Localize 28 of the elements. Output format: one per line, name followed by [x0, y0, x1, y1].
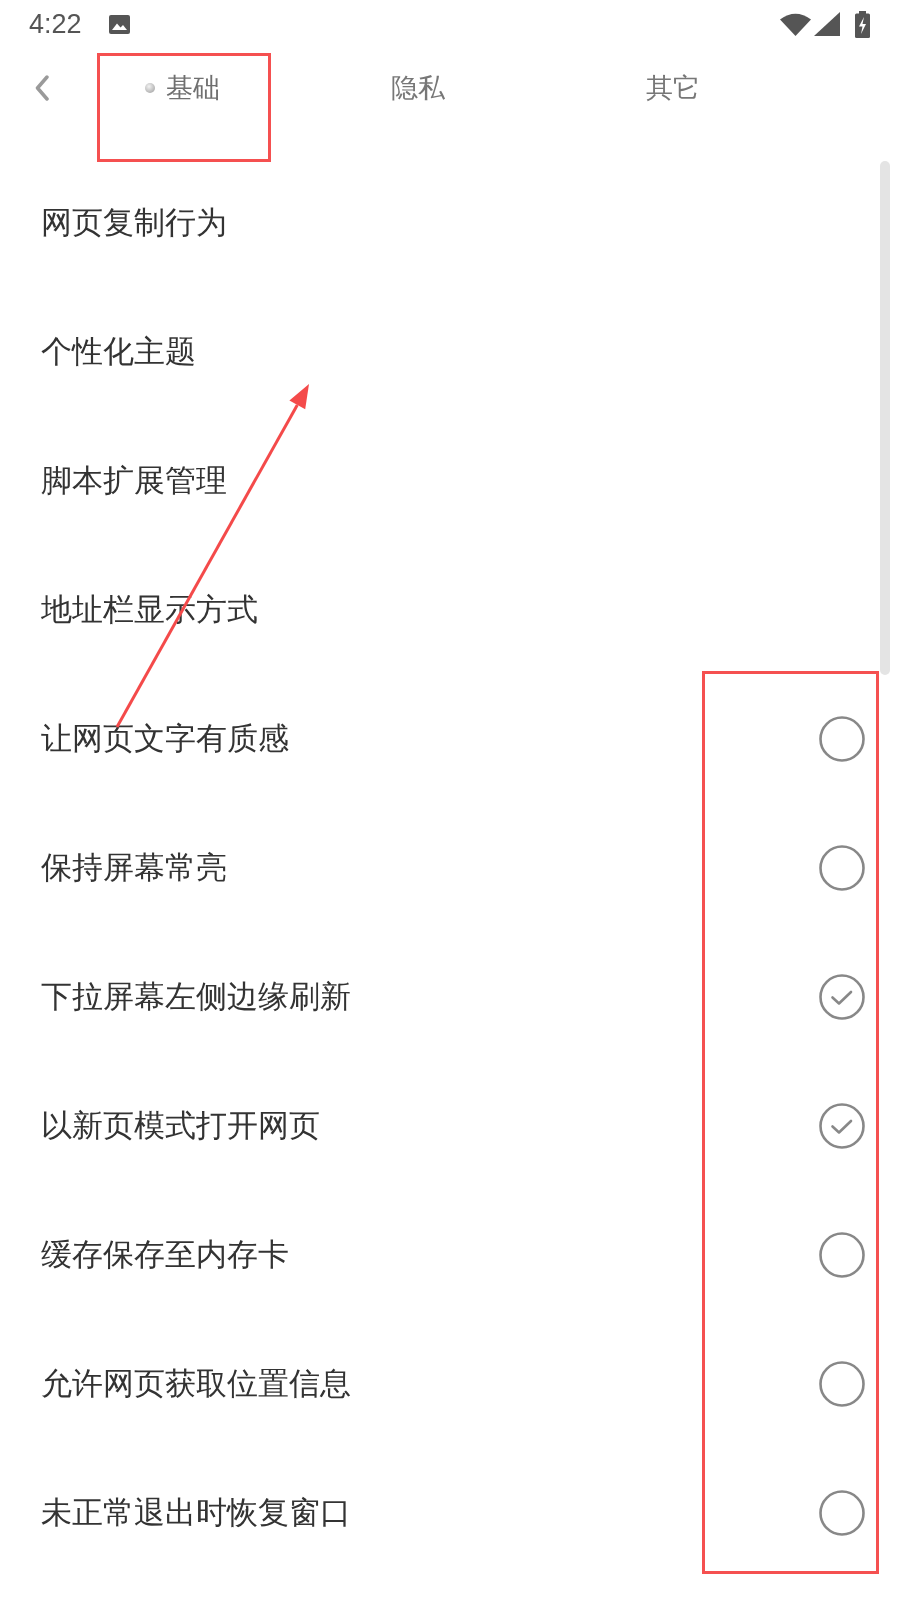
wifi-icon — [780, 12, 811, 36]
setting-label: 缓存保存至内存卡 — [41, 1235, 289, 1274]
checkbox[interactable] — [819, 1489, 865, 1536]
setting-item[interactable]: 个性化主题 — [41, 332, 196, 371]
setting-item[interactable]: 网页复制行为 — [41, 203, 227, 242]
setting-label: 保持屏幕常亮 — [41, 848, 227, 887]
image-icon — [108, 14, 130, 34]
setting-label: 下拉屏幕左侧边缘刷新 — [41, 977, 351, 1016]
tab[interactable]: 其它 — [642, 60, 704, 116]
setting-item[interactable]: 脚本扩展管理 — [41, 461, 227, 500]
status-time: 4:22 — [29, 10, 82, 38]
setting-label: 以新页模式打开网页 — [41, 1106, 320, 1145]
battery-charging-icon — [855, 10, 870, 38]
checkbox[interactable] — [819, 1102, 865, 1149]
setting-label: 未正常退出时恢复窗口 — [41, 1493, 351, 1532]
signal-icon — [814, 12, 840, 36]
back-button[interactable] — [35, 75, 49, 101]
selected-dot-icon — [144, 83, 155, 93]
checkbox[interactable] — [819, 973, 865, 1020]
tab[interactable]: 隐私 — [387, 60, 449, 116]
checkbox[interactable] — [819, 1231, 865, 1278]
tab[interactable]: 基础 — [140, 60, 224, 116]
checkbox[interactable] — [819, 844, 865, 891]
chevron-left-icon — [35, 75, 49, 101]
checkbox[interactable] — [819, 715, 865, 762]
setting-label: 让网页文字有质感 — [41, 719, 289, 758]
checkbox[interactable] — [819, 1360, 865, 1407]
setting-label: 允许网页获取位置信息 — [41, 1364, 351, 1403]
